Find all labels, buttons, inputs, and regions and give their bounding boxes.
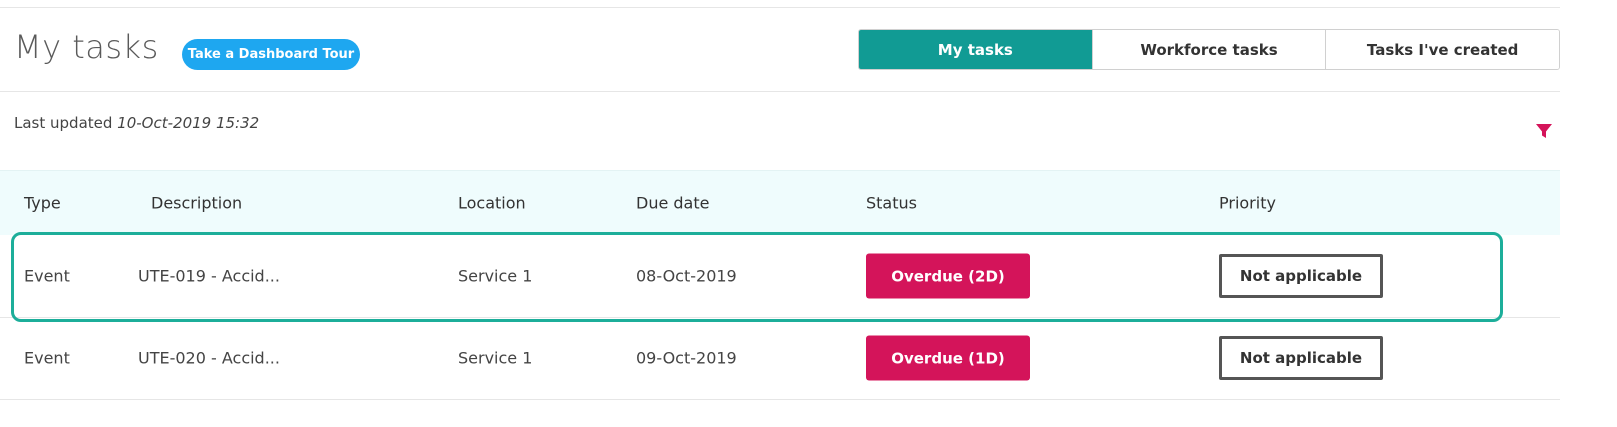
- priority-badge: Not applicable: [1219, 336, 1383, 380]
- last-updated: Last updated 10-Oct-2019 15:32: [14, 114, 259, 132]
- tab-tasks-created[interactable]: Tasks I've created: [1325, 30, 1559, 69]
- tab-my-tasks[interactable]: My tasks: [859, 30, 1092, 69]
- table-row[interactable]: Event UTE-019 - Accid... Service 1 08-Oc…: [0, 235, 1560, 317]
- top-divider: [0, 7, 1560, 8]
- table-header: Type Description Location Due date Statu…: [0, 170, 1560, 235]
- cell-description[interactable]: UTE-020 - Accid...: [138, 349, 280, 368]
- cell-due-date: 09-Oct-2019: [636, 348, 737, 368]
- page-title: My tasks: [14, 28, 159, 66]
- cell-location: Service 1: [458, 266, 533, 286]
- cell-description[interactable]: UTE-019 - Accid...: [138, 267, 280, 286]
- status-badge-overdue: Overdue (2D): [866, 253, 1030, 299]
- status-badge-overdue: Overdue (1D): [866, 335, 1030, 381]
- last-updated-label: Last updated: [14, 114, 113, 132]
- last-updated-timestamp: 10-Oct-2019 15:32: [117, 114, 260, 132]
- column-header-priority[interactable]: Priority: [1219, 194, 1276, 213]
- tab-workforce-tasks[interactable]: Workforce tasks: [1091, 30, 1326, 69]
- dashboard-tour-button[interactable]: Take a Dashboard Tour: [182, 39, 360, 70]
- column-header-status[interactable]: Status: [866, 194, 917, 213]
- cell-location: Service 1: [458, 348, 533, 368]
- column-header-location[interactable]: Location: [458, 194, 526, 213]
- priority-badge: Not applicable: [1219, 254, 1383, 298]
- task-tabs: My tasks Workforce tasks Tasks I've crea…: [858, 29, 1560, 70]
- filter-icon[interactable]: [1535, 122, 1553, 140]
- column-header-description[interactable]: Description: [151, 194, 242, 213]
- table-row[interactable]: Event UTE-020 - Accid... Service 1 09-Oc…: [0, 317, 1560, 400]
- cell-type: Event: [24, 266, 70, 286]
- header-divider: [0, 91, 1560, 92]
- cell-type: Event: [24, 348, 70, 368]
- column-header-type[interactable]: Type: [24, 194, 61, 213]
- cell-due-date: 08-Oct-2019: [636, 266, 737, 286]
- column-header-due-date[interactable]: Due date: [636, 194, 709, 213]
